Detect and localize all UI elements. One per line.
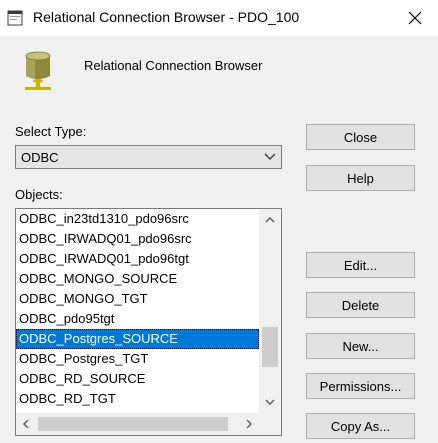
chevron-up-icon: [265, 216, 275, 223]
title-bar: Relational Connection Browser - PDO_100: [0, 0, 438, 36]
scroll-up-button[interactable]: [259, 209, 281, 231]
objects-label: Objects:: [15, 187, 63, 202]
permissions-button[interactable]: Permissions...: [306, 373, 415, 399]
header-title: Relational Connection Browser: [84, 58, 263, 73]
scroll-left-button[interactable]: [16, 413, 36, 435]
vertical-scroll-thumb[interactable]: [262, 327, 278, 367]
list-item[interactable]: ODBC_in23td1310_pdo96src: [16, 209, 259, 229]
chevron-right-icon: [246, 419, 253, 429]
scroll-down-button[interactable]: [259, 391, 281, 413]
list-item[interactable]: ODBC_IRWADQ01_pdo96src: [16, 229, 259, 249]
scroll-right-button[interactable]: [239, 413, 259, 435]
new-button[interactable]: New...: [306, 333, 415, 359]
list-item[interactable]: ODBC_RD_TGT: [16, 389, 259, 409]
chevron-down-icon: [265, 399, 275, 406]
list-item[interactable]: ODBC_MONGO_TGT: [16, 289, 259, 309]
copy-as-button[interactable]: Copy As...: [306, 413, 415, 439]
close-icon: [408, 11, 422, 25]
edit-button[interactable]: Edit...: [306, 252, 415, 278]
window-title: Relational Connection Browser - PDO_100: [33, 9, 300, 25]
database-icon: [25, 51, 51, 90]
list-item[interactable]: ODBC_MONGO_SOURCE: [16, 269, 259, 289]
list-item[interactable]: ODBC_Postgres_TGT: [16, 349, 259, 369]
chevron-left-icon: [22, 419, 29, 429]
vertical-scrollbar[interactable]: [259, 209, 281, 413]
list-item[interactable]: ODBC_Postgres_SOURCE: [16, 329, 259, 349]
list-item[interactable]: ODBC_RD_SOURCE: [16, 369, 259, 389]
select-type-dropdown[interactable]: ODBC: [15, 145, 282, 169]
select-type-value: ODBC: [21, 150, 59, 165]
help-button[interactable]: Help: [306, 165, 415, 191]
objects-list: ODBC_in23td1310_pdo96src ODBC_IRWADQ01_pd…: [16, 209, 259, 409]
list-item[interactable]: ODBC_IRWADQ01_pdo96tgt: [16, 249, 259, 269]
window-close-button[interactable]: [392, 0, 438, 36]
horizontal-scrollbar[interactable]: [16, 413, 259, 435]
chevron-down-icon: [264, 153, 276, 160]
horizontal-scroll-thumb[interactable]: [38, 417, 228, 431]
objects-listbox[interactable]: ODBC_in23td1310_pdo96src ODBC_IRWADQ01_pd…: [15, 208, 282, 436]
app-window-icon: [7, 10, 23, 26]
list-item[interactable]: ODBC_pdo95tgt: [16, 309, 259, 329]
delete-button[interactable]: Delete: [306, 292, 415, 318]
select-type-label: Select Type:: [15, 124, 87, 139]
close-button[interactable]: Close: [306, 124, 415, 150]
scrollbar-corner: [259, 413, 281, 435]
